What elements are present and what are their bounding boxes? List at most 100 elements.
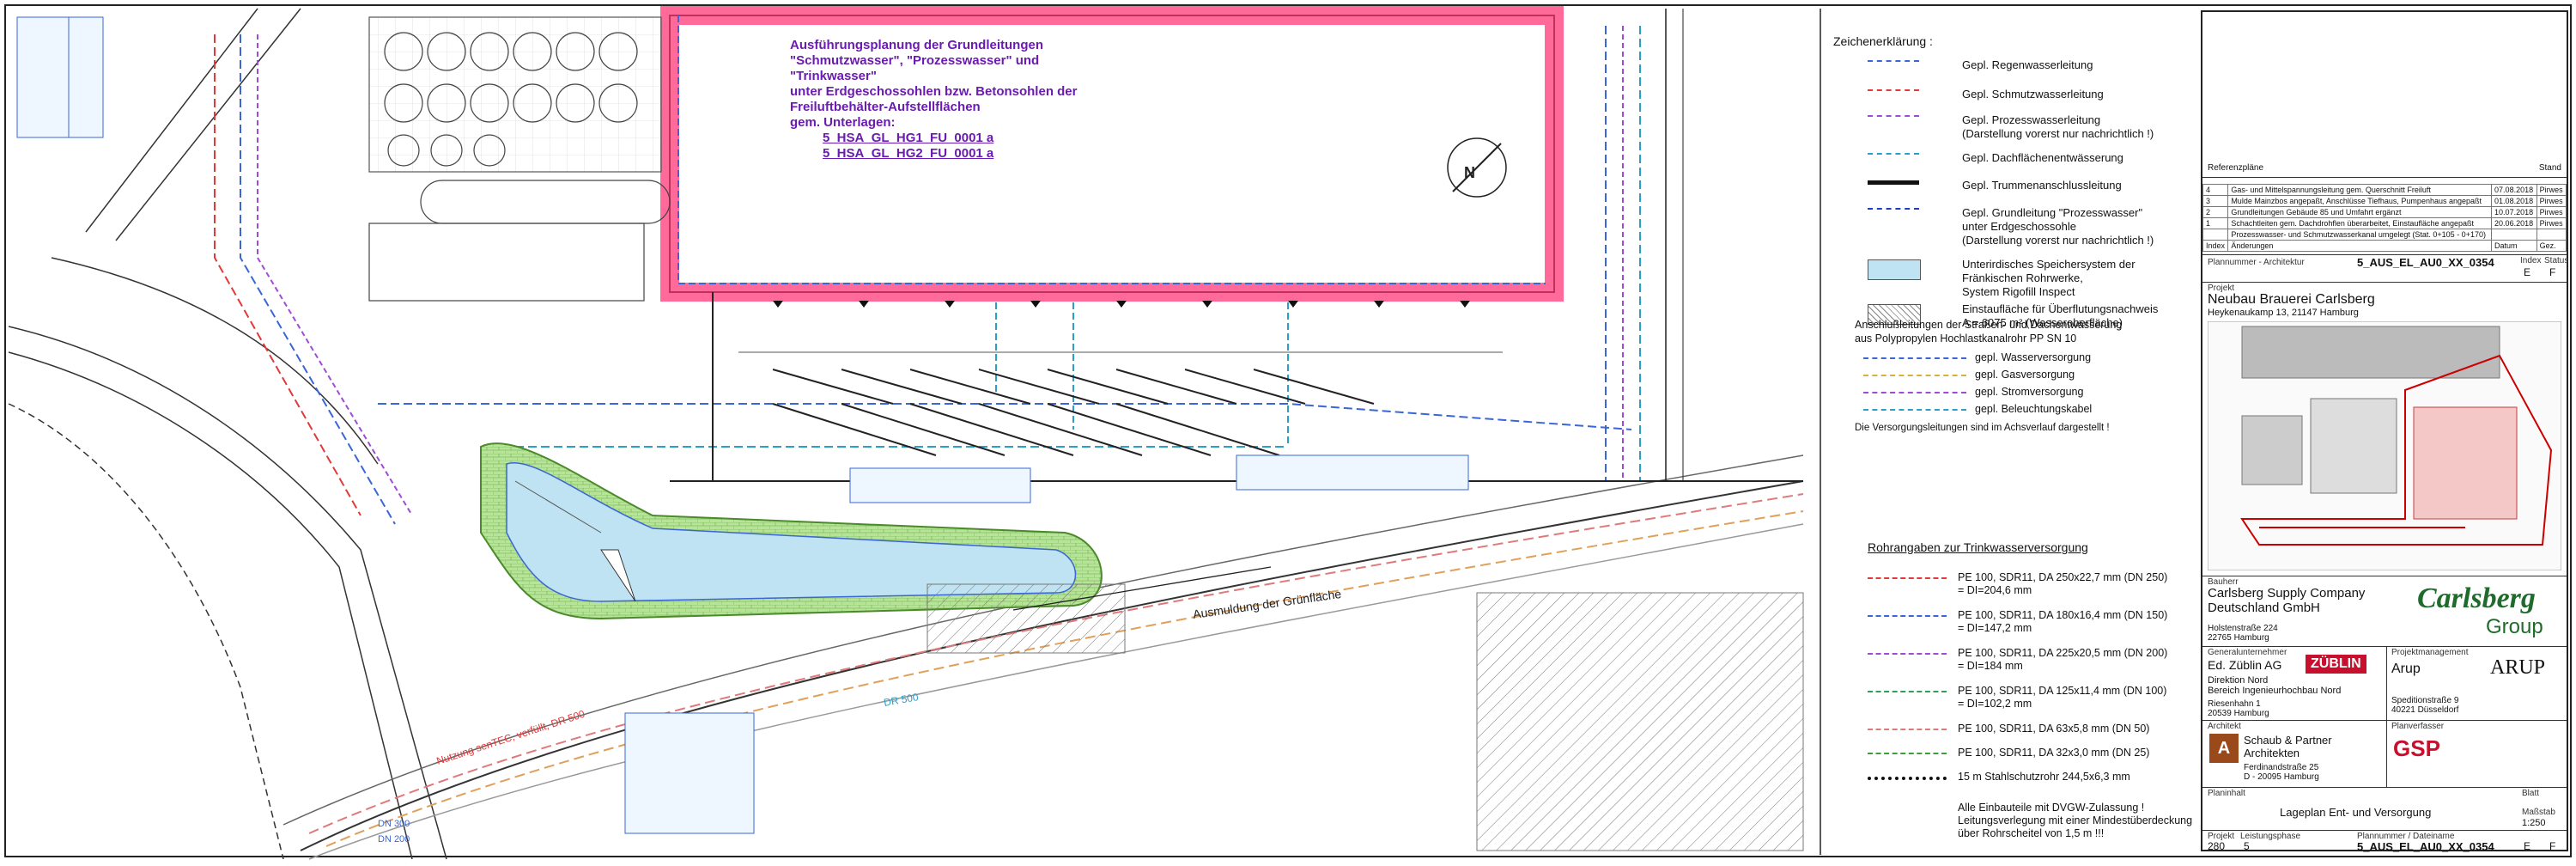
stand-label: Stand [2538,163,2561,173]
pipe-swatch [1868,729,1947,730]
schaub-logo-icon: A [2209,734,2239,763]
connection-label: gepl. Beleuchtungskabel [1975,403,2093,415]
note-doc: 5_HSA_GL_HG2_FU_0001 a [823,146,994,161]
note-line: Ausführungsplanung der Grundleitungen [790,38,1043,52]
pipe-swatch [1868,777,1947,780]
pipe-spec-item: PE 100, SDR11, DA 32x3,0 mm (DN 25) [1868,747,2228,771]
arch-label: Architekt [2208,722,2241,731]
connection-item: gepl. Gasversorgung [1855,368,2198,385]
gc-label: Generalunternehmer [2208,648,2287,657]
revision-cell [2202,229,2229,241]
legend-swatch [1868,259,1921,280]
legend-swatch [1868,180,1919,185]
revision-cell: Pirwes [2536,206,2567,218]
ref-plans-label: Referenzpläne [2208,163,2264,173]
pipe-spec-item: PE 100, SDR11, DA 225x20,5 mm (DN 200) =… [1868,647,2228,685]
owner-name: Carlsberg Supply Company Deutschland Gmb… [2208,586,2366,615]
connection-item: gepl. Stromversorgung [1855,385,2198,402]
revision-row: 2 Grundleitungen Gebäude 85 und Umfahrt e… [2202,206,2567,218]
arch-address: Ferdinandstraße 25 D - 20095 Hamburg [2244,763,2319,782]
revision-cell: 3 [2202,195,2229,207]
revision-header: Index Änderungen Datum Gez. [2202,240,2567,252]
revision-cell: Index [2202,240,2229,252]
legend-label: Gepl. Trummenanschlussleitung [1962,179,2122,192]
revision-cell: 01.08.2018 [2491,195,2537,207]
legend-label: Unterirdisches Speichersystem der Fränki… [1962,258,2136,298]
revision-cell: 07.08.2018 [2491,184,2537,196]
revision-cell: 1 [2202,217,2229,229]
connection-label: gepl. Stromversorgung [1975,386,2084,398]
pm-name: Arup [2391,662,2421,676]
pm-address: Speditionstraße 9 40221 Düsseldorf [2391,696,2459,715]
plan-content: Lageplan Ent- und Versorgung [2280,806,2432,819]
legend-label: Gepl. Grundleitung "Prozesswasser" unter… [1962,206,2154,247]
carlsberg-logo: Carlsberg [2417,582,2536,614]
massstab-label: Maßstab [2522,808,2555,817]
note-doc: 5_HSA_GL_HG1_FU_0001 a [823,131,994,145]
legend: Zeichenerklärung : Gepl. Regenwasserleit… [1833,34,2194,329]
note-line: gem. Unterlagen: [790,115,896,130]
svg-text:DN 200: DN 200 [378,834,410,845]
revision-cell: Pirwes [2536,217,2567,229]
legend-label: Gepl. Dachflächenentwässerung [1962,151,2123,164]
status-value-bottom: F [2549,840,2556,852]
svg-text:DR 500: DR 500 [883,691,920,709]
legend-label: Gepl. Prozesswasserleitung (Darstellung … [1962,113,2154,140]
revision-cell: 2 [2202,206,2229,218]
note-line: "Schmutzwasser", "Prozesswasser" und "Tr… [790,53,1040,83]
revision-cell: Gez. [2536,240,2567,252]
revision-cell: 10.07.2018 [2491,206,2537,218]
pipe-swatch [1868,577,1947,579]
pipe-swatch [1868,691,1947,692]
pipe-swatch [1868,653,1947,655]
revision-cell [2491,229,2537,241]
inlet-markers [773,301,1470,308]
gsp-logo: GSP [2393,735,2440,761]
pipe-swatch [1868,753,1947,754]
status-value: F [2549,266,2556,278]
note-line: unter Erdgeschossohlen bzw. Betonsohlen … [790,84,1078,99]
projekt-no: 280 [2208,840,2226,852]
index-value: E [2524,266,2531,278]
project-name: Neubau Brauerei Carlsberg [2208,292,2375,307]
connection-label: gepl. Gasversorgung [1975,369,2075,381]
index-label: Index [2520,256,2542,265]
revision-cell: Pirwes [2536,195,2567,207]
parking-stripes [670,292,1803,482]
planner-label: Planverfasser [2391,722,2445,731]
connection-swatch [1863,357,1966,359]
revision-row: Prozesswasser- und Schmutzwasserkanal um… [2202,229,2567,241]
massstab-value: 1:250 [2522,818,2546,828]
annotation-boxes [16,16,1469,834]
site-thumbnail [2208,321,2561,570]
gc-name: Ed. Züblin AG [2208,658,2282,672]
pipe-label: PE 100, SDR11, DA 63x5,8 mm (DN 50) [1958,723,2150,735]
legend-swatch [1868,115,1919,117]
status-label: Status [2544,256,2569,265]
connections-block: Anschlußleitungen der Straßen- und Dache… [1855,318,2198,435]
file-name: 5_AUS_EL_AU0_XX_0354 [2357,840,2494,853]
arup-logo: ARUP [2490,656,2546,679]
pipe-label: 15 m Stahlschutzrohr 244,5x6,3 mm [1958,771,2130,783]
plan-number: 5_AUS_EL_AU0_XX_0354 [2357,256,2494,269]
pipe-spec-item: PE 100, SDR11, DA 125x11,4 mm (DN 100) =… [1868,685,2228,723]
pipe-label: PE 100, SDR11, DA 225x20,5 mm (DN 200) =… [1958,647,2168,672]
pipe-specs-footer: Alle Einbauteile mit DVGW-Zulassung ! Le… [1958,802,2193,839]
plan-no-label: Plannummer - Architektur [2208,258,2305,267]
connection-swatch [1863,409,1966,411]
gc-address: Riesenhahn 1 20539 Hamburg [2208,699,2269,718]
blatt-label: Blatt [2522,789,2540,798]
connection-item: gepl. Wasserversorgung [1855,351,2198,368]
legend-swatch [1868,89,1919,91]
pipe-label: PE 100, SDR11, DA 32x3,0 mm (DN 25) [1958,747,2150,759]
revision-cell: 4 [2202,184,2229,196]
purple-note: Ausführungsplanung der Grundleitungen "S… [790,38,1099,162]
revision-cell: Schachtleiten gem. Dachdrohflen überarbe… [2227,217,2493,229]
zublin-logo: ZÜBLIN [2306,655,2366,674]
svg-text:Nutzung senTEC, verfüllt, DR 5: Nutzung senTEC, verfüllt, DR 500 [435,708,587,767]
revision-cell: 20.06.2018 [2491,217,2537,229]
revision-cell: Prozesswasser- und Schmutzwasserkanal um… [2227,229,2493,241]
revision-table: 4 Gas- und Mittelspannungsleitung gem. Qu… [2202,184,2567,252]
revision-cell: Datum [2491,240,2537,252]
pipe-label: PE 100, SDR11, DA 250x22,7 mm (DN 250) =… [1958,571,2168,596]
